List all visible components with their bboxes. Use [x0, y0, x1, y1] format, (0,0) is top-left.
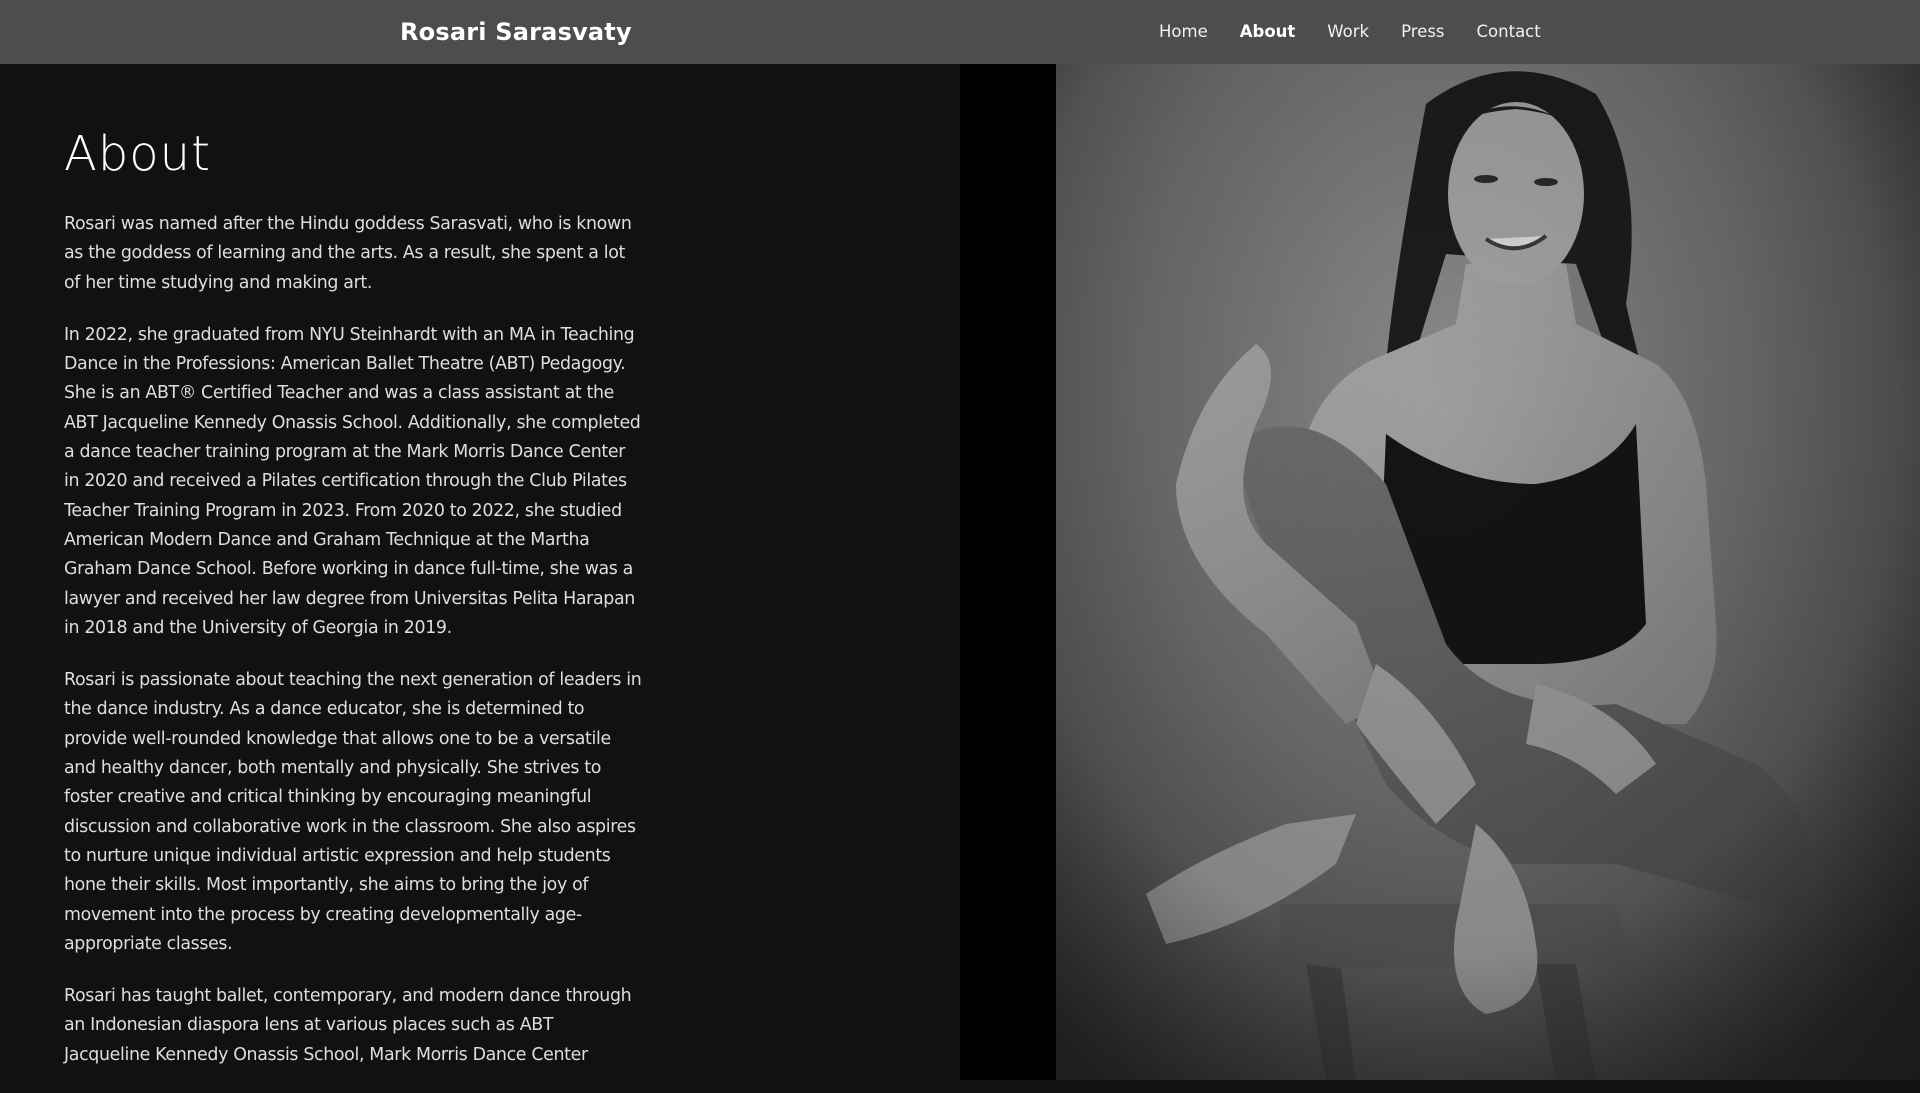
- about-content: About Rosari was named after the Hindu g…: [64, 126, 644, 1093]
- nav-links: Home About Work Press Contact: [1159, 22, 1573, 41]
- top-navigation-bar: Rosari Sarasvaty Home About Work Press C…: [0, 0, 1920, 64]
- portrait-photo: [1056, 64, 1920, 1080]
- site-brand-link[interactable]: Rosari Sarasvaty: [400, 18, 632, 46]
- nav-link-home[interactable]: Home: [1159, 22, 1208, 41]
- about-paragraph-2: In 2022, she graduated from NYU Steinhar…: [64, 324, 641, 638]
- about-paragraph-1: Rosari was named after the Hindu goddess…: [64, 214, 632, 293]
- nav-link-contact[interactable]: Contact: [1477, 22, 1541, 41]
- about-paragraph-3: Rosari is passionate about teaching the …: [64, 670, 642, 954]
- nav-link-about[interactable]: About: [1240, 22, 1296, 41]
- portrait-illustration: [1056, 64, 1920, 1080]
- about-paragraph-4: Rosari has taught ballet, contemporary, …: [64, 986, 632, 1065]
- divider-column: [960, 64, 1056, 1080]
- nav-link-work[interactable]: Work: [1327, 22, 1369, 41]
- page-title: About: [64, 126, 211, 182]
- about-section: About Rosari was named after the Hindu g…: [0, 64, 960, 1080]
- nav-link-press[interactable]: Press: [1401, 22, 1444, 41]
